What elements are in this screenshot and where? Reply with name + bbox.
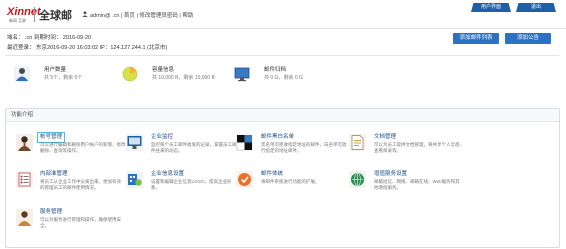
stat-storage-label: 容量信息 bbox=[152, 67, 175, 73]
last-login-info: 最近登录： 东京2016-09-20 16:03:02 IP：124.127.2… bbox=[7, 45, 168, 51]
stat-users bbox=[14, 66, 30, 87]
storage-pie-icon bbox=[122, 66, 138, 82]
feature-value-service-name[interactable]: 增值服务设置 bbox=[374, 171, 407, 178]
feature-enterprise-info[interactable] bbox=[126, 171, 143, 193]
monitor-icon bbox=[126, 134, 143, 151]
stat-storage bbox=[122, 66, 138, 87]
user-interface-button[interactable]: 用户界面 bbox=[471, 3, 511, 12]
feature-account-manage[interactable] bbox=[16, 134, 33, 156]
document-icon bbox=[349, 134, 366, 151]
enterprise-info-icon bbox=[126, 171, 143, 188]
feature-blackwhite-list-desc: 黑名单可拒收指定地址的邮件，白名单可放行指定的地址邮件。 bbox=[261, 142, 347, 153]
blackwhite-list-icon bbox=[236, 134, 253, 151]
features-title: 功能介绍 bbox=[11, 112, 34, 118]
feature-monitor[interactable] bbox=[126, 134, 143, 156]
logout-button[interactable]: 退出 bbox=[516, 3, 556, 12]
feature-mail-system-desc: 将邮件系统进行功能的扩展。 bbox=[261, 179, 320, 184]
brand-subtitle: 新网 互联 bbox=[9, 18, 27, 23]
feature-value-service[interactable] bbox=[349, 171, 366, 193]
feature-service-manage-name[interactable]: 服务管理 bbox=[40, 209, 62, 216]
stat-archive-value: 共 0 G，剩余 0 G bbox=[264, 75, 303, 81]
feature-document-desc: 可以为员工提供文档管理，将共享个人云盘、查看目录等。 bbox=[374, 142, 464, 153]
service-manage-icon bbox=[16, 209, 33, 226]
brand-logo[interactable]: Xinnet bbox=[7, 6, 41, 18]
domain-info: 域名： .cn 到期时间： 2016-09-20 bbox=[7, 35, 92, 41]
features-header: 功能介绍 bbox=[6, 109, 559, 122]
logo-divider bbox=[34, 7, 35, 22]
product-name: 全球邮 bbox=[39, 10, 72, 22]
feature-enterprise-info-desc: 设置和编辑企业信息LOGO，提高企业形象。 bbox=[151, 179, 232, 190]
feature-internal-list-desc: 将员工从企业工作中分离出来，更加有效的管理员工的邮件使用情况。 bbox=[40, 179, 121, 190]
feature-monitor-name[interactable]: 企业监控 bbox=[151, 134, 173, 141]
features-panel: 功能介绍 帐号管理 可以进行编辑和删除用户帐户的新增、修改、删除、查询等操作。 … bbox=[5, 108, 560, 248]
account-manage-icon bbox=[16, 134, 33, 151]
archive-monitor-icon bbox=[234, 67, 250, 82]
add-notice-button[interactable]: 添加公告 bbox=[505, 33, 551, 44]
user-nav-line[interactable]: admin@ .cn | 首页 | 修改管理员密码 | 帮助 bbox=[90, 11, 193, 19]
internal-list-icon bbox=[16, 171, 33, 188]
stat-archive bbox=[234, 66, 250, 87]
header: Xinnet 新网 互联 全球邮 admin@ .cn | 首页 | 修改管理员… bbox=[0, 0, 566, 29]
user-icon bbox=[82, 11, 88, 17]
feature-document[interactable] bbox=[349, 134, 366, 156]
feature-blackwhite-list[interactable] bbox=[236, 134, 253, 156]
value-service-icon bbox=[349, 171, 366, 188]
feature-mail-system[interactable] bbox=[236, 171, 253, 193]
mail-system-icon bbox=[236, 171, 253, 188]
feature-internal-list-name[interactable]: 内部准管理 bbox=[40, 171, 68, 178]
feature-enterprise-info-name[interactable]: 企业信息设置 bbox=[151, 171, 184, 178]
feature-document-name[interactable]: 文档管理 bbox=[374, 134, 396, 141]
feature-service-manage-desc: 可以对服务进行管理和操作，确保使用安全。 bbox=[40, 217, 121, 228]
stat-users-value: 共 5个，剩余 5个 bbox=[44, 75, 83, 81]
users-icon bbox=[14, 66, 30, 82]
feature-mail-system-name[interactable]: 邮件体统 bbox=[261, 171, 283, 178]
stat-storage-value: 共 10,000 B，剩余 10,000 B bbox=[152, 75, 215, 81]
stat-users-label: 用户数量 bbox=[44, 67, 67, 73]
feature-service-manage[interactable] bbox=[16, 209, 33, 231]
feature-account-manage-desc: 可以进行编辑和删除用户帐户的新增、修改、删除、查询等操作。 bbox=[40, 142, 130, 153]
feature-blackwhite-list-name[interactable]: 邮件黑白名单 bbox=[261, 134, 294, 141]
add-mail-list-button[interactable]: 添加邮件列表 bbox=[453, 33, 499, 44]
feature-value-service-desc: 邮箱短信、网络、邮箱在线、Web服务和其他增值服务。 bbox=[374, 179, 460, 190]
divider bbox=[5, 55, 559, 56]
feature-internal-list[interactable] bbox=[16, 171, 33, 193]
stat-archive-label: 邮件归档 bbox=[264, 67, 287, 73]
feature-monitor-desc: 监控每个员工邮件收发的记录，掌握员工邮件往来的动态。 bbox=[151, 142, 237, 153]
